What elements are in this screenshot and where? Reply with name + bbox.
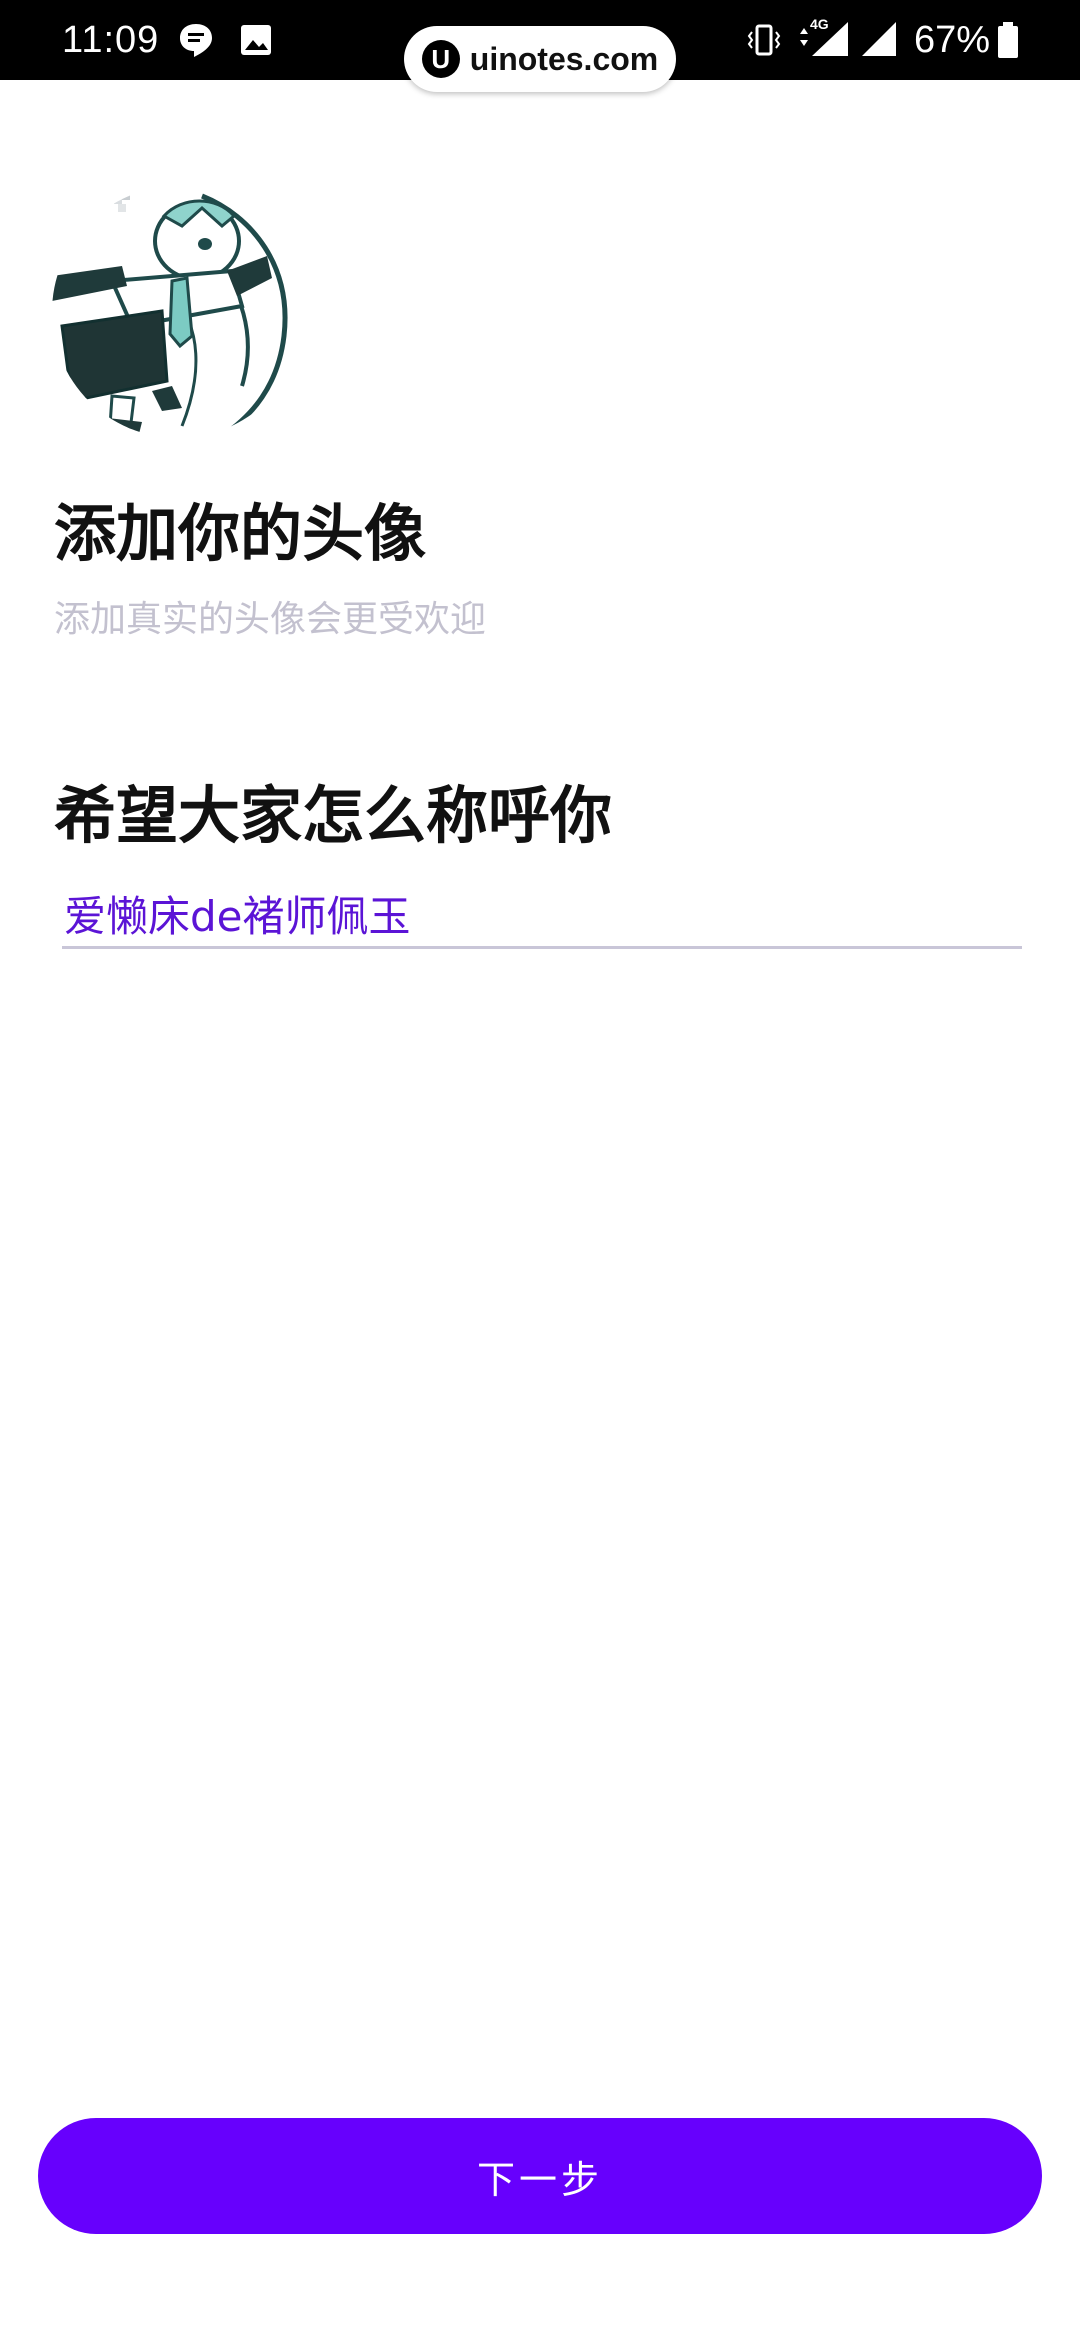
avatar-picker[interactable] (52, 186, 304, 438)
watermark-badge: U uinotes.com (404, 26, 676, 92)
watermark-logo-icon: U (421, 40, 460, 78)
message-bubble-icon (176, 20, 216, 60)
battery-percentage: 67% (914, 19, 991, 61)
status-time: 11:09 (62, 19, 160, 61)
screen: 11:09 4G 67% U uinotes.com 添加你的头像 添加真实的头… (0, 0, 1080, 2340)
watermark-text: uinotes.com (469, 40, 659, 77)
signal-4g-icon: 4G (796, 16, 852, 60)
network-type-label: 4G (810, 16, 829, 32)
image-icon (236, 20, 276, 60)
vibrate-icon (744, 20, 784, 60)
signal-icon (860, 20, 900, 60)
next-step-button[interactable]: 下一步 (38, 2118, 1042, 2234)
avatar-section-hint: 添加真实的头像会更受欢迎 (54, 599, 487, 640)
nickname-input[interactable] (62, 880, 1022, 949)
avatar-image (52, 186, 304, 438)
avatar-section-title: 添加你的头像 (54, 497, 427, 570)
battery-icon (996, 20, 1020, 60)
nickname-section-title: 希望大家怎么称呼你 (54, 779, 613, 852)
